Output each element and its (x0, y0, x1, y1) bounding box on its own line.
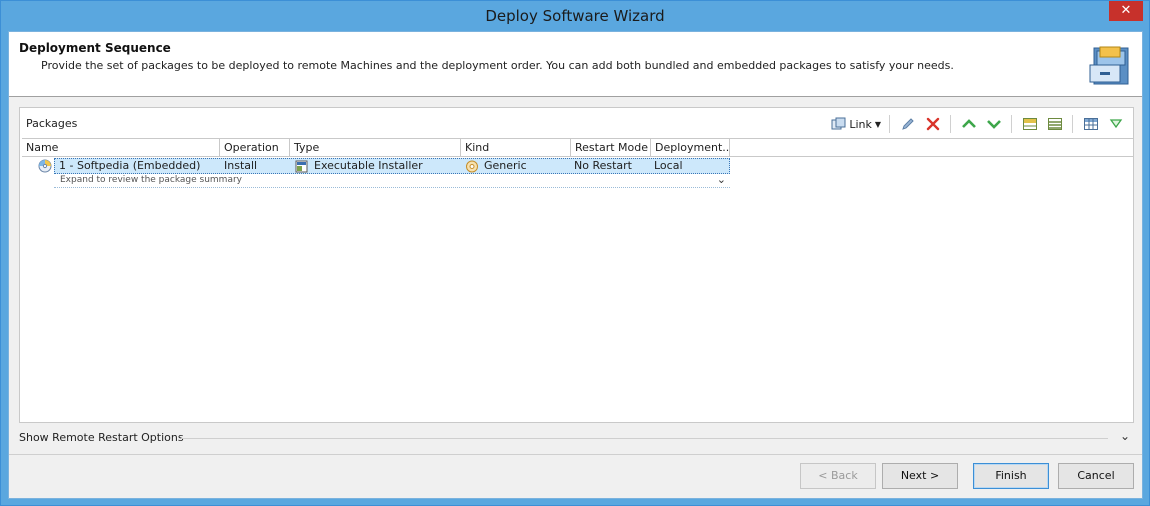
toolbar-separator (889, 115, 890, 133)
table-row[interactable]: 1 - Softpedia (Embedded) Install Executa… (54, 158, 730, 174)
move-down-icon (987, 120, 1001, 129)
cell-operation: Install (224, 159, 258, 172)
column-header-name[interactable]: Name (22, 139, 220, 157)
packages-panel: Packages Link ▼ Name Operation Type Kind… (19, 107, 1134, 423)
row-summary[interactable]: Expand to review the package summary ⌄ (54, 173, 730, 188)
toolbar-separator (1011, 115, 1012, 133)
back-button[interactable]: < Back (800, 463, 876, 489)
title-bar[interactable]: Deploy Software Wizard ✕ (1, 1, 1149, 31)
expand-rows-icon (1023, 118, 1037, 130)
link-icon (831, 117, 846, 130)
cell-kind: Generic (484, 159, 527, 172)
row-summary-text: Expand to review the package summary (60, 175, 242, 185)
wizard-header: Deployment Sequence Provide the set of p… (9, 32, 1142, 97)
cabinet-drawer-icon (1089, 46, 1129, 85)
divider (181, 438, 1108, 439)
toolbar-separator (1072, 115, 1073, 133)
link-label: Link (849, 117, 872, 131)
filter-icon (1109, 119, 1123, 129)
page-description: Provide the set of packages to be deploy… (41, 59, 954, 72)
wizard-window: Deploy Software Wizard ✕ Deployment Sequ… (0, 0, 1150, 506)
footer-divider (9, 454, 1142, 455)
toolbar-separator (950, 115, 951, 133)
cancel-button[interactable]: Cancel (1058, 463, 1134, 489)
move-up-icon (962, 119, 976, 128)
page-title: Deployment Sequence (19, 41, 171, 55)
cell-type: Executable Installer (314, 159, 423, 172)
chevron-down-icon[interactable]: ⌄ (717, 173, 726, 186)
move-up-button[interactable] (958, 113, 980, 135)
packages-toolbar: Link ▼ (826, 112, 1127, 136)
packages-grid: Name Operation Type Kind Restart Mode De… (22, 138, 1133, 421)
column-header-type[interactable]: Type (290, 139, 461, 157)
collapse-rows-icon (1048, 118, 1062, 130)
column-header-operation[interactable]: Operation (220, 139, 290, 157)
edit-button[interactable] (897, 113, 919, 135)
cell-restart-mode: No Restart (574, 159, 632, 172)
delete-button[interactable] (922, 113, 944, 135)
remote-restart-label: Show Remote Restart Options (19, 431, 184, 444)
cell-name: 1 - Softpedia (Embedded) (59, 159, 201, 172)
remote-restart-options[interactable]: Show Remote Restart Options ⌄ (19, 429, 1134, 446)
column-header-deployment[interactable]: Deployment... (651, 139, 730, 157)
link-button[interactable]: Link ▼ (829, 113, 883, 135)
executable-installer-icon (295, 160, 308, 173)
chevron-down-icon[interactable]: ⌄ (1120, 429, 1130, 443)
window-title: Deploy Software Wizard (485, 7, 665, 25)
chevron-down-icon: ▼ (874, 119, 881, 129)
finish-button[interactable]: Finish (973, 463, 1049, 489)
client-area: Deployment Sequence Provide the set of p… (8, 31, 1143, 499)
edit-icon (902, 118, 914, 130)
filter-button[interactable] (1105, 113, 1127, 135)
package-disc-icon (38, 159, 52, 173)
delete-icon (926, 117, 940, 131)
column-chooser-icon (1084, 118, 1098, 130)
move-down-button[interactable] (983, 113, 1005, 135)
collapse-rows-button[interactable] (1044, 113, 1066, 135)
column-header-restart-mode[interactable]: Restart Mode (571, 139, 651, 157)
column-header-kind[interactable]: Kind (461, 139, 571, 157)
generic-kind-icon (466, 160, 478, 173)
cell-deployment: Local (654, 159, 683, 172)
next-button[interactable]: Next > (882, 463, 958, 489)
packages-label: Packages (26, 117, 78, 130)
grid-header: Name Operation Type Kind Restart Mode De… (22, 138, 1133, 157)
column-chooser-button[interactable] (1080, 113, 1102, 135)
expand-rows-button[interactable] (1019, 113, 1041, 135)
close-button[interactable]: ✕ (1109, 1, 1143, 21)
